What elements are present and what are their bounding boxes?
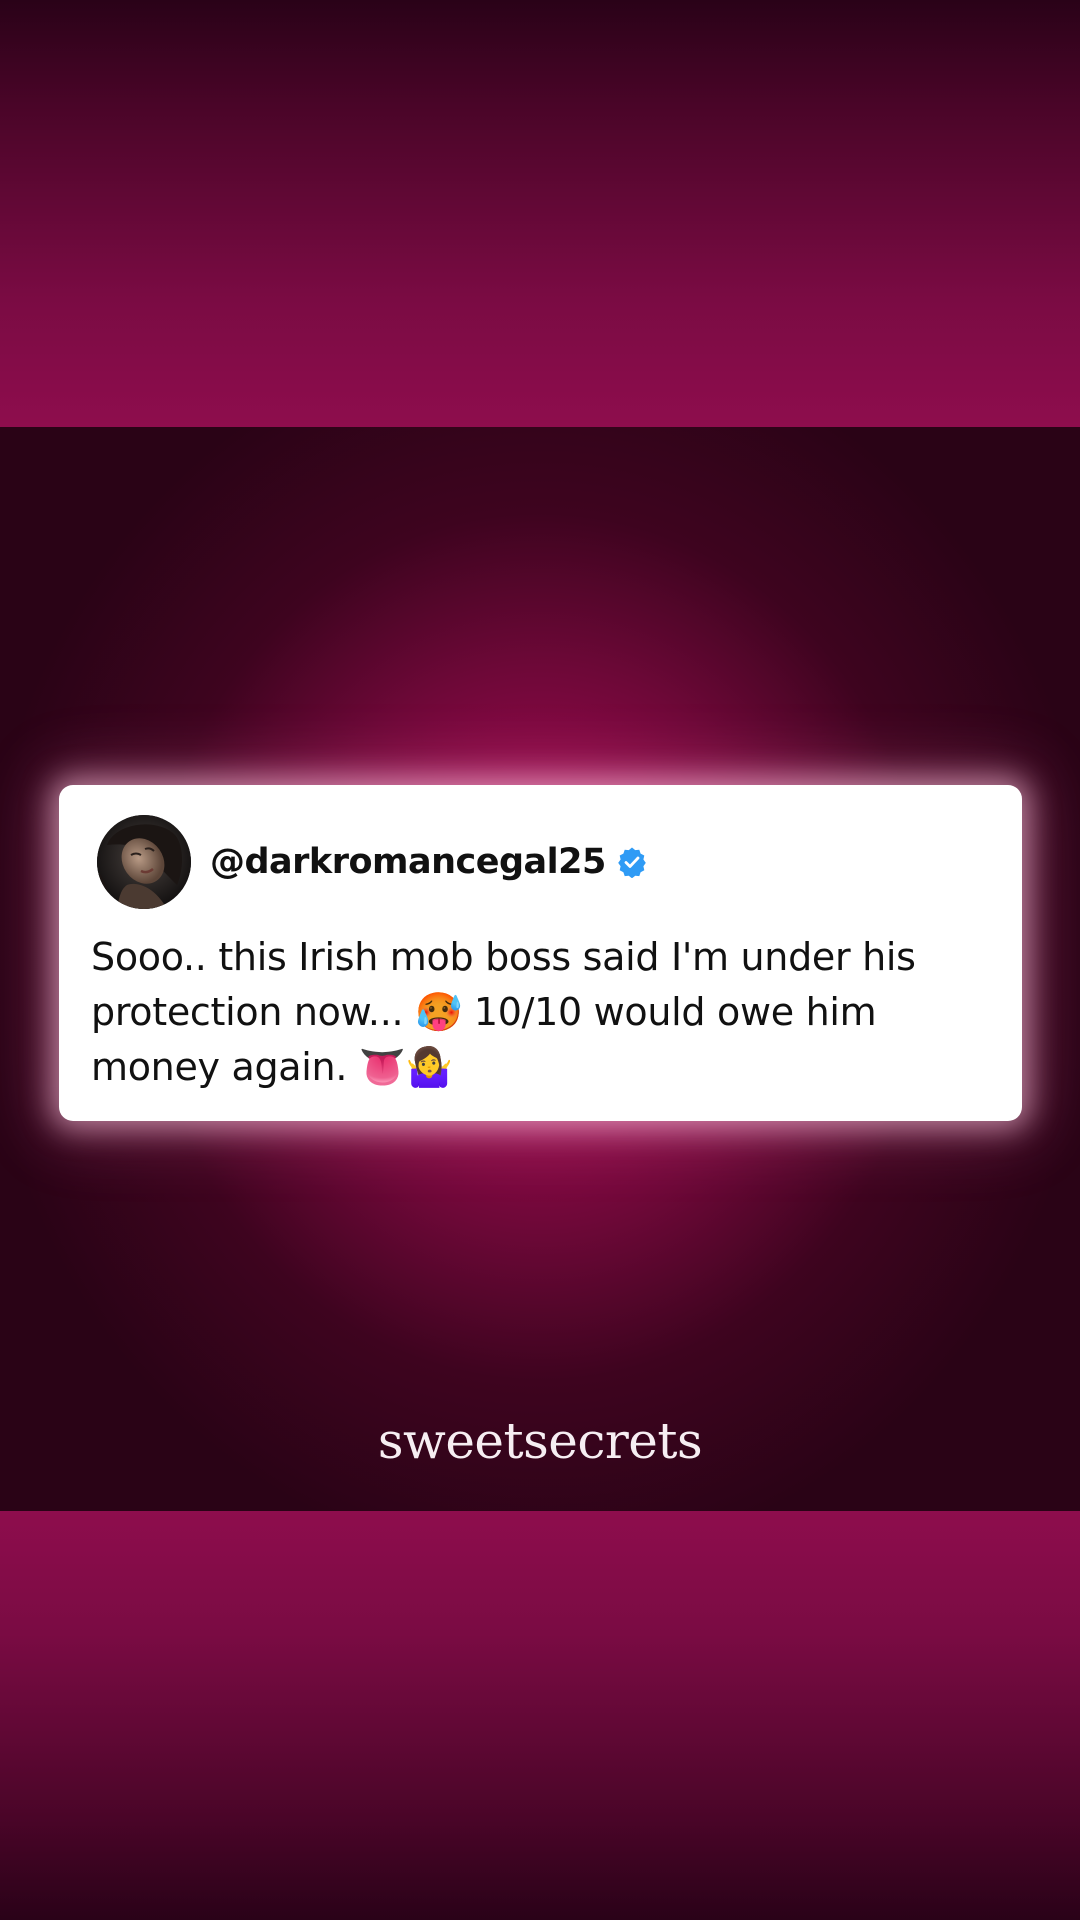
- verified-badge-icon: [618, 847, 646, 878]
- bottom-gradient-band: [0, 1511, 1080, 1920]
- brand-wordmark: sweetsecrets: [377, 1412, 703, 1470]
- profile-photo-icon: [97, 815, 191, 909]
- post-text: Sooo.. this Irish mob boss said I'm unde…: [91, 935, 916, 1089]
- top-gradient-band: [0, 0, 1080, 427]
- username-handle[interactable]: @darkromancegal25: [210, 842, 606, 882]
- avatar[interactable]: [97, 815, 191, 909]
- post-header: @darkromancegal25: [210, 837, 648, 887]
- story-canvas: @darkromancegal25 Sooo.. this Irish mob …: [0, 0, 1080, 1920]
- post-card[interactable]: @darkromancegal25 Sooo.. this Irish mob …: [59, 785, 1022, 1121]
